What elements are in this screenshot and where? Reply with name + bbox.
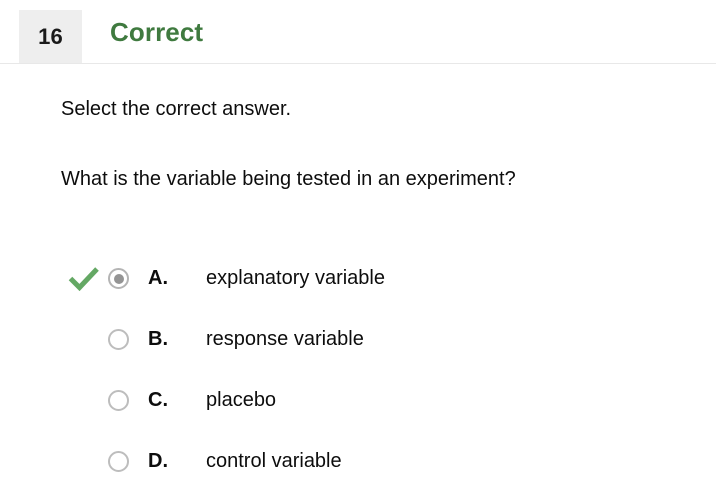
question-header: 16 Correct xyxy=(0,0,716,64)
instruction-text: Select the correct answer. xyxy=(61,98,292,120)
status-badge: Correct xyxy=(110,17,204,47)
answer-option-row[interactable]: A. explanatory variable xyxy=(0,254,716,315)
radio-empty-icon[interactable] xyxy=(108,329,129,350)
option-text: response variable xyxy=(206,328,364,350)
answer-option-row[interactable]: C. placebo xyxy=(0,376,716,437)
option-text: control variable xyxy=(206,450,342,472)
answer-option-row[interactable]: B. response variable xyxy=(0,315,716,376)
option-letter: B. xyxy=(148,328,168,350)
question-number-text: 16 xyxy=(38,23,63,49)
radio-empty-icon[interactable] xyxy=(108,451,129,472)
answer-options-list: A. explanatory variable B. response vari… xyxy=(0,254,716,498)
question-number-badge: 16 xyxy=(19,10,82,63)
option-text: explanatory variable xyxy=(206,267,385,289)
question-text: What is the variable being tested in an … xyxy=(61,168,516,190)
answer-option-row[interactable]: D. control variable xyxy=(0,437,716,498)
option-letter: C. xyxy=(148,389,168,411)
option-text: placebo xyxy=(206,389,277,411)
option-letter: A. xyxy=(148,267,168,289)
radio-selected-icon[interactable] xyxy=(108,268,129,289)
radio-empty-icon[interactable] xyxy=(108,390,129,411)
check-mark-icon xyxy=(68,266,100,292)
option-letter: D. xyxy=(148,450,168,472)
